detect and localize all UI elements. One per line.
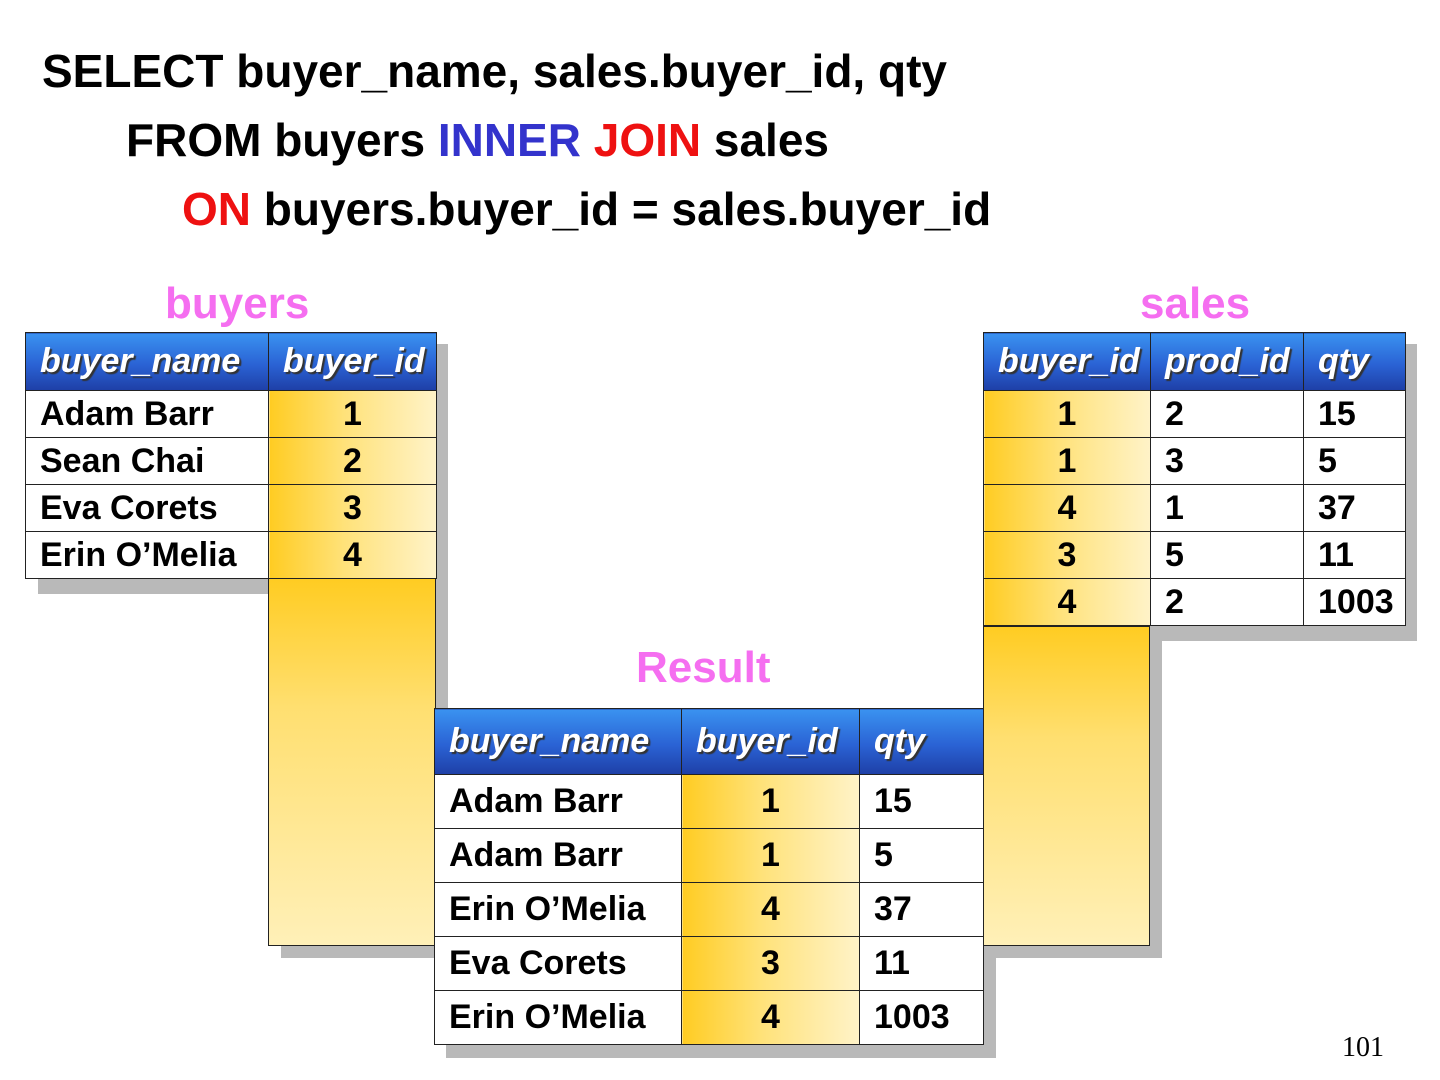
qty-cell: 15 [859, 774, 984, 829]
table-row: 4 2 1003 [983, 578, 1406, 626]
qty-cell: 15 [1303, 390, 1406, 438]
column-header-buyer-id: buyer_id [681, 708, 860, 775]
buyer-name-cell: Sean Chai [25, 437, 269, 485]
buyer-name-cell: Erin O’Melia [434, 882, 682, 937]
prod-id-cell: 5 [1150, 531, 1304, 579]
column-header-buyer-id: buyer_id [268, 332, 437, 391]
buyer-name-cell: Erin O’Melia [25, 531, 269, 579]
column-header-qty: qty [1303, 332, 1406, 391]
buyer-id-cell: 4 [983, 578, 1151, 626]
buyer-id-cell: 1 [983, 437, 1151, 485]
prod-id-cell: 3 [1150, 437, 1304, 485]
buyer-id-cell: 3 [268, 484, 437, 532]
table-row: 1 3 5 [983, 437, 1406, 485]
result-caption: Result [636, 643, 771, 692]
qty-cell: 37 [1303, 484, 1406, 532]
sql-line-from: FROM buyers INNER JOIN sales [126, 117, 829, 163]
table-row: Erin O’Melia 4 37 [434, 882, 984, 937]
table-row: 4 1 37 [983, 484, 1406, 532]
table-row: Erin O’Melia 4 [25, 531, 437, 579]
table-row: 3 5 11 [983, 531, 1406, 579]
table-row: Adam Barr 1 15 [434, 774, 984, 829]
table-row: Adam Barr 1 5 [434, 828, 984, 883]
sql-on-condition: buyers.buyer_id = sales.buyer_id [251, 183, 992, 235]
sql-keyword-on: ON [182, 183, 251, 235]
buyer-id-cell: 4 [268, 531, 437, 579]
buyer-name-cell: Adam Barr [434, 774, 682, 829]
sales-table: buyer_id prod_id qty 1 2 15 1 3 5 4 1 37… [983, 332, 1406, 626]
buyer-id-cell: 1 [268, 390, 437, 438]
buyer-id-cell: 1 [681, 774, 860, 829]
buyer-name-cell: Eva Corets [25, 484, 269, 532]
buyer-id-cell: 3 [681, 936, 860, 991]
buyer-name-cell: Eva Corets [434, 936, 682, 991]
column-header-prod-id: prod_id [1150, 332, 1304, 391]
table-row: Adam Barr 1 [25, 390, 437, 438]
buyers-caption: buyers [165, 279, 310, 328]
table-row: Erin O’Melia 4 1003 [434, 990, 984, 1045]
buyer-id-cell: 2 [268, 437, 437, 485]
qty-cell: 1003 [859, 990, 984, 1045]
sql-line-select: SELECT buyer_name, sales.buyer_id, qty [42, 45, 947, 97]
page-number: 101 [1342, 1032, 1384, 1063]
buyer-id-cell: 4 [983, 484, 1151, 532]
sales-caption: sales [1140, 279, 1251, 328]
prod-id-cell: 1 [1150, 484, 1304, 532]
qty-cell: 5 [1303, 437, 1406, 485]
table-row: Eva Corets 3 11 [434, 936, 984, 991]
sql-from-text: FROM buyers [126, 114, 438, 166]
sql-sales-text: sales [701, 114, 830, 166]
buyer-id-cell: 4 [681, 882, 860, 937]
buyer-name-cell: Adam Barr [434, 828, 682, 883]
buyer-id-cell: 1 [983, 390, 1151, 438]
qty-cell: 5 [859, 828, 984, 883]
qty-cell: 11 [1303, 531, 1406, 579]
buyer-id-cell: 1 [681, 828, 860, 883]
buyer-name-cell: Erin O’Melia [434, 990, 682, 1045]
qty-cell: 1003 [1303, 578, 1406, 626]
table-row: Sean Chai 2 [25, 437, 437, 485]
column-header-qty: qty [859, 708, 984, 775]
qty-cell: 37 [859, 882, 984, 937]
buyer-id-cell: 4 [681, 990, 860, 1045]
sales-key-column-extension [983, 626, 1150, 946]
buyers-key-column-extension [268, 578, 436, 946]
prod-id-cell: 2 [1150, 578, 1304, 626]
sql-keyword-inner: INNER [437, 114, 581, 166]
sql-line-on: ON buyers.buyer_id = sales.buyer_id [182, 186, 991, 232]
buyer-name-cell: Adam Barr [25, 390, 269, 438]
column-header-buyer-id: buyer_id [983, 332, 1151, 391]
sql-keyword-join: JOIN [593, 114, 702, 166]
column-header-buyer-name: buyer_name [434, 708, 682, 775]
qty-cell: 11 [859, 936, 984, 991]
column-header-buyer-name: buyer_name [25, 332, 269, 391]
table-row: 1 2 15 [983, 390, 1406, 438]
buyers-table: buyer_name buyer_id Adam Barr 1 Sean Cha… [25, 332, 437, 579]
table-row: Eva Corets 3 [25, 484, 437, 532]
prod-id-cell: 2 [1150, 390, 1304, 438]
result-table: buyer_name buyer_id qty Adam Barr 1 15 A… [434, 708, 984, 1045]
buyer-id-cell: 3 [983, 531, 1151, 579]
